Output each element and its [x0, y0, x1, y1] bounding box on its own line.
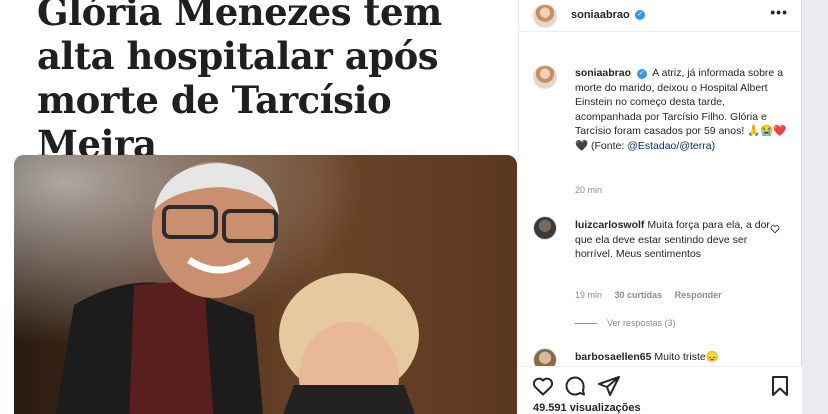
caption-avatar[interactable] [533, 65, 557, 89]
news-photo [14, 155, 517, 414]
post-media[interactable]: Glória Menezes tem alta hospitalar após … [0, 0, 519, 414]
replies-divider [575, 323, 597, 325]
comment-reply-button[interactable]: Responder [675, 290, 722, 300]
news-headline: Glória Menezes tem alta hospitalar após … [37, 0, 442, 166]
comment-avatar[interactable] [533, 216, 557, 240]
header-avatar[interactable] [533, 4, 557, 28]
post-header: soniaabrao ✓ ••• [519, 0, 802, 32]
view-replies-label: Ver respostas (3) [607, 318, 676, 328]
caption-username[interactable]: soniaabrao [575, 67, 631, 79]
like-icon[interactable] [531, 374, 555, 398]
more-options-icon[interactable]: ••• [770, 4, 788, 20]
views-count[interactable]: 49.591 visualizações [533, 402, 641, 414]
mention-estadao[interactable]: @Estadao [627, 140, 676, 152]
mention-terra[interactable]: @terra [679, 140, 711, 152]
caption-close: ) [711, 139, 716, 152]
comment-meta: 19 min 30 curtidas Responder [575, 290, 732, 300]
comment-username[interactable]: luizcarloswolf [575, 219, 644, 231]
heart-small-icon[interactable] [770, 224, 780, 234]
comment-text-2: Muito triste😞 [654, 351, 719, 363]
comment-likes[interactable]: 30 curtidas [615, 290, 663, 300]
comment-username-2[interactable]: barbosaellen65 [575, 351, 651, 363]
share-icon[interactable] [597, 374, 621, 398]
comment-item-2: barbosaellen65 Muito triste😞 [575, 350, 775, 365]
verified-icon: ✓ [635, 10, 645, 20]
header-username[interactable]: soniaabrao [571, 9, 630, 21]
post-sidebar: soniaabrao ✓ ••• soniaabrao ✓ A atriz, j… [519, 0, 802, 414]
caption-verified-icon: ✓ [636, 69, 647, 79]
post-caption: soniaabrao ✓ A atriz, já informada sobre… [575, 66, 791, 153]
comment-item: luizcarloswolf Muita força para ela, a d… [575, 218, 775, 262]
view-replies-button[interactable]: Ver respostas (3) [575, 318, 676, 328]
comment-time[interactable]: 19 min [575, 290, 602, 300]
post-window: Glória Menezes tem alta hospitalar após … [0, 0, 802, 414]
comment-icon[interactable] [563, 374, 587, 398]
caption-time[interactable]: 20 min [575, 185, 602, 195]
save-icon[interactable] [768, 374, 792, 398]
